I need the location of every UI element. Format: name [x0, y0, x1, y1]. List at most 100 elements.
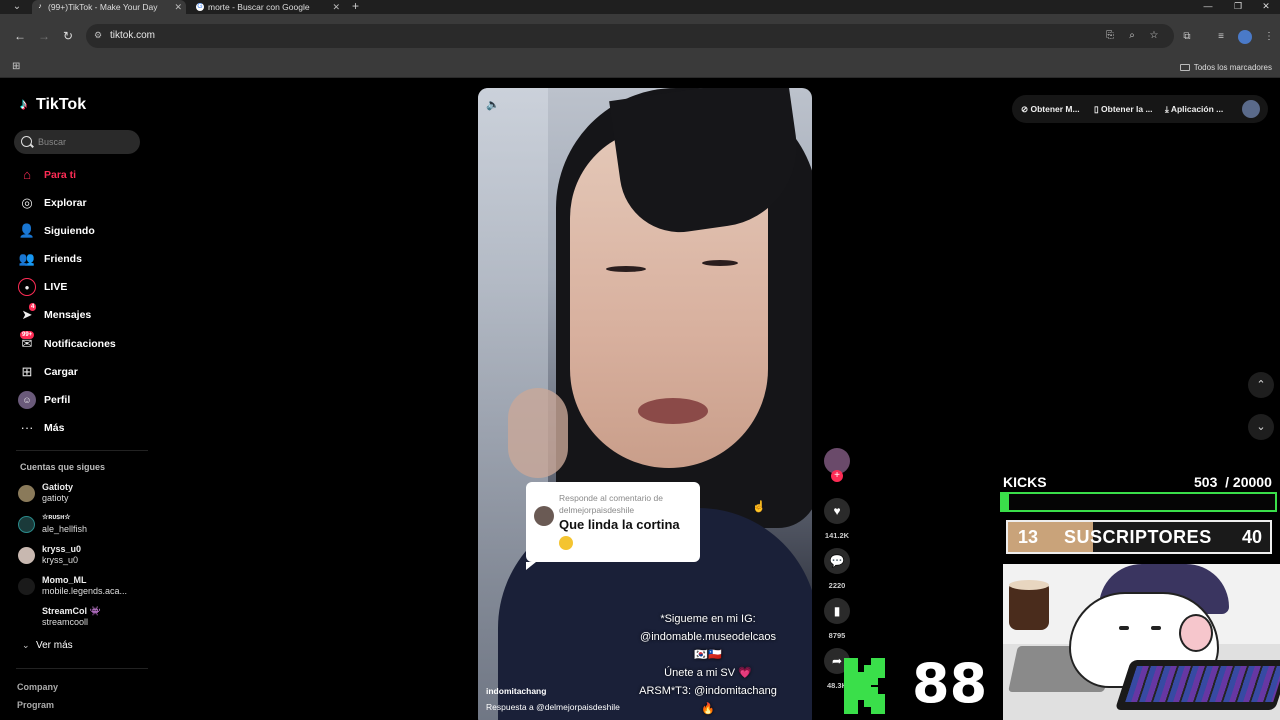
browser-toolbar: ← → ↻ ⚙ tiktok.com ⎘ ⌕ ☆ ⧉ ≡ ⋮	[0, 14, 1280, 58]
search-box[interactable]	[14, 130, 140, 154]
account-name: Gatioty	[42, 482, 74, 492]
tiktok-logo[interactable]: ♪ TikTok	[20, 96, 86, 114]
tab-google[interactable]: G morte - Buscar con Google ✕	[192, 0, 344, 14]
forward-icon[interactable]: →	[36, 28, 52, 44]
tab-tiktok[interactable]: ♪ (99+)TikTok - Make Your Day ✕	[32, 0, 186, 14]
nav-live[interactable]: ● LIVE	[18, 276, 148, 298]
overlay-line: *Sigueme en mi IG:	[660, 613, 756, 625]
see-more-label: Ver más	[36, 640, 73, 651]
menu-kebab-icon[interactable]: ⋮	[1262, 30, 1276, 44]
account-name: kryss_u0	[42, 544, 82, 554]
mascot-eye	[1119, 626, 1129, 630]
nav-for-you[interactable]: ⌂ Para ti	[18, 164, 148, 186]
kicks-progress-bar	[1000, 492, 1277, 512]
following-account[interactable]: StreamCol 👾 streamcooll	[18, 604, 148, 632]
commenter-avatar	[534, 506, 554, 526]
account-handle: gatioty	[42, 493, 69, 503]
nav-friends[interactable]: 👥 Friends	[18, 248, 148, 270]
google-icon: G	[196, 3, 204, 11]
follow-plus-icon[interactable]: +	[831, 470, 843, 482]
following-icon: 👤	[18, 223, 36, 238]
smile-emoji-icon	[559, 536, 573, 550]
nav-upload[interactable]: ⊞ Cargar	[18, 361, 148, 383]
nav-label: Para ti	[44, 169, 77, 181]
like-heart-icon[interactable]: ♥	[824, 498, 850, 524]
tiktok-sidebar: ♪ TikTok ⌂ Para ti ◎ Explorar 👤 Siguiendo…	[0, 78, 150, 720]
folder-icon	[1179, 64, 1190, 71]
friends-icon: 👥	[18, 251, 36, 266]
avatar	[18, 485, 35, 502]
close-icon[interactable]: ✕	[332, 0, 340, 14]
header-actions: ⊘ Obtener M... ▯ Obtener la ... ⤓ Aplica…	[1012, 95, 1268, 123]
download-app-button[interactable]: ⤓ Aplicación ...	[1165, 95, 1223, 123]
close-icon[interactable]: ✕	[174, 0, 182, 14]
nav-profile[interactable]: ☺ Perfil	[18, 389, 148, 411]
account-name: ☆ʀᴜꜱʜ☆	[42, 514, 71, 521]
user-avatar[interactable]	[1242, 100, 1260, 118]
nav-more[interactable]: ··· Más	[18, 417, 148, 439]
nav-label: Friends	[44, 253, 82, 265]
apps-grid-icon[interactable]: ⊞	[12, 61, 24, 73]
kicks-goal-label: KICKS	[1003, 474, 1047, 490]
nav-label: Mensajes	[44, 309, 92, 321]
following-account[interactable]: kryss_u0 kryss_u0	[18, 542, 148, 570]
reply-header: Responde al comentario de delmejorpaisde…	[559, 493, 663, 515]
nav-messages[interactable]: ➤ 4 Mensajes	[18, 303, 148, 326]
divider	[16, 450, 148, 451]
keyboard-rgb	[1125, 666, 1280, 702]
minimize-icon[interactable]: —	[1198, 0, 1218, 13]
reload-icon[interactable]: ↻	[60, 28, 76, 44]
volume-icon[interactable]: 🔈	[486, 98, 500, 111]
nav-following[interactable]: 👤 Siguiendo	[18, 220, 148, 242]
tab-search-menu-icon[interactable]: ⌄	[10, 1, 24, 13]
comment-icon[interactable]: 💬	[824, 548, 850, 574]
live-icon: ●	[18, 278, 36, 296]
kicks-current: 503	[1194, 474, 1218, 490]
restore-icon[interactable]: ❐	[1228, 0, 1248, 13]
following-account[interactable]: Momo_ML mobile.legends.aca...	[18, 573, 148, 601]
tab-title: morte - Buscar con Google	[208, 2, 310, 12]
footer-link-program[interactable]: Program	[17, 700, 54, 710]
following-account[interactable]: ☆ʀᴜꜱʜ☆ ale_hellfish	[18, 511, 148, 539]
nav-explore[interactable]: ◎ Explorar	[18, 192, 148, 214]
nav-label: Notificaciones	[44, 338, 116, 350]
profile-avatar-icon[interactable]	[1238, 30, 1252, 44]
video-player[interactable]: 🔈 Responde al comentario de delmejorpais…	[478, 88, 812, 720]
more-icon: ···	[20, 420, 34, 435]
video-reply-to[interactable]: Respuesta a @delmejorpaisdeshile	[486, 702, 620, 712]
nav-notifications[interactable]: ✉ 99+ Notificaciones	[18, 331, 148, 355]
extensions-icon[interactable]: ⧉	[1180, 30, 1194, 44]
close-window-icon[interactable]: ✕	[1256, 0, 1276, 13]
header-action-label: Obtener la ...	[1101, 104, 1153, 114]
bookmark-star-icon[interactable]: ☆	[1148, 30, 1160, 42]
address-bar[interactable]: ⚙ tiktok.com ⎘ ⌕ ☆	[86, 24, 1174, 48]
following-account[interactable]: Gatioty gatioty	[18, 480, 148, 508]
previous-video-chevron-up-icon[interactable]: ⌃	[1248, 372, 1274, 398]
video-author[interactable]: indomitachang	[486, 686, 546, 696]
bookmark-icon[interactable]: ▮	[824, 598, 850, 624]
subscribers-goal-bar: 13 SUSCRIPTORES 40	[1006, 520, 1272, 554]
video-subject-eye	[702, 260, 738, 266]
new-tab-icon[interactable]: +	[352, 0, 359, 13]
get-coins-button[interactable]: ⊘ Obtener M...	[1021, 95, 1080, 123]
avatar	[18, 578, 35, 595]
search-input[interactable]	[38, 130, 136, 154]
mouse-cursor-icon: ☝	[752, 501, 766, 513]
account-name: Momo_ML	[42, 575, 87, 585]
zoom-icon[interactable]: ⌕	[1126, 30, 1138, 42]
see-more-button[interactable]: ⌄ Ver más	[22, 640, 73, 651]
get-app-button[interactable]: ▯ Obtener la ...	[1094, 95, 1153, 123]
next-video-chevron-down-icon[interactable]: ⌄	[1248, 414, 1274, 440]
kick-counter: 88	[912, 652, 988, 715]
url-text[interactable]: tiktok.com	[110, 24, 155, 48]
video-caption-overlay: *Sigueme en mi IG: @indomable.museodelca…	[618, 610, 798, 718]
back-icon[interactable]: ←	[12, 28, 28, 44]
footer-link-company[interactable]: Company	[17, 682, 58, 692]
all-bookmarks-button[interactable]: Todos los marcadores	[1179, 58, 1272, 78]
coffee-foam	[1009, 580, 1049, 590]
following-section-title: Cuentas que sigues	[20, 462, 106, 472]
install-app-icon[interactable]: ⎘	[1104, 30, 1116, 42]
site-info-icon[interactable]: ⚙	[94, 30, 105, 41]
media-control-icon[interactable]: ≡	[1214, 30, 1228, 44]
tab-title: (99+)TikTok - Make Your Day	[48, 2, 158, 12]
